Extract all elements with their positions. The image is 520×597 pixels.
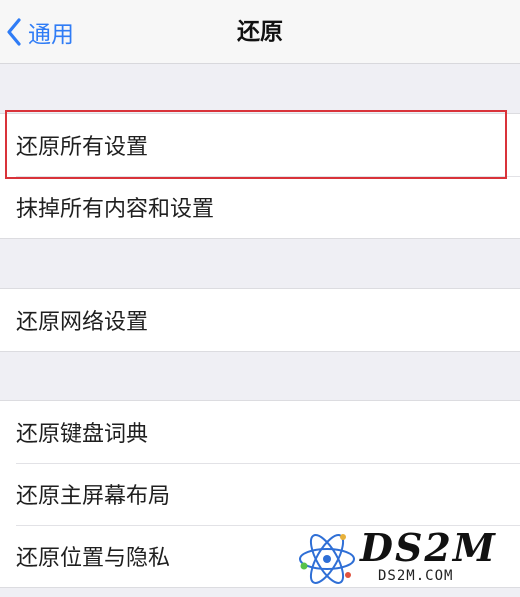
reset-group-2: 还原网络设置	[0, 288, 520, 352]
atom-logo-icon	[299, 534, 355, 584]
watermark-url: DS2M.COM	[378, 568, 454, 584]
navigation-bar: 通用 还原	[0, 0, 520, 64]
reset-network-settings-item[interactable]: 还原网络设置	[0, 289, 520, 351]
watermark: DS2M DS2M.COM	[296, 526, 516, 592]
reset-all-settings-item[interactable]: 还原所有设置	[0, 114, 520, 176]
erase-all-content-item[interactable]: 抹掉所有内容和设置	[0, 176, 520, 238]
watermark-name: DS2M	[360, 525, 497, 570]
page-title: 还原	[237, 19, 283, 45]
reset-home-screen-layout-item[interactable]: 还原主屏幕布局	[0, 463, 520, 525]
reset-group-1: 还原所有设置 抹掉所有内容和设置	[0, 113, 520, 239]
reset-keyboard-dictionary-item[interactable]: 还原键盘词典	[0, 401, 520, 463]
